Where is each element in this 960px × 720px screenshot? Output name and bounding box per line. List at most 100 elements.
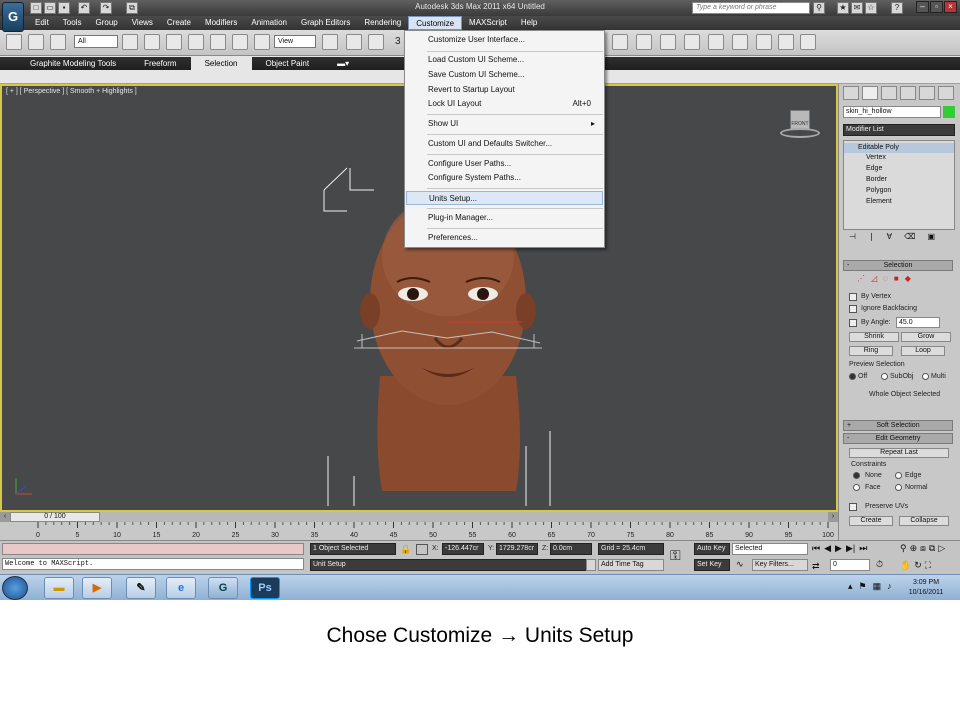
zoom-extents-all-icon[interactable]: ⧉ [929, 543, 935, 557]
volume-icon[interactable]: ♪ [887, 581, 892, 592]
constraint-none-radio[interactable] [853, 472, 860, 479]
rectangular-region-icon[interactable] [166, 34, 182, 50]
key-mode-icon[interactable]: ⇄ [812, 561, 820, 572]
remove-modifier-icon[interactable]: ⌫ [904, 232, 915, 244]
pivot-center-icon[interactable] [322, 34, 338, 50]
menu-graph-editors[interactable]: Graph Editors [294, 16, 357, 30]
preview-off-radio[interactable] [849, 373, 856, 380]
selection-rollout-header[interactable]: - Selection [843, 260, 953, 271]
play-icon[interactable]: ▶ [835, 543, 842, 555]
open-icon[interactable]: ▭ [44, 2, 56, 14]
stack-vertex[interactable]: Vertex [866, 154, 886, 161]
object-color-swatch[interactable] [943, 106, 955, 118]
scale-icon[interactable] [254, 34, 270, 50]
select-manipulate-icon[interactable] [346, 34, 362, 50]
motion-tab-icon[interactable] [900, 86, 916, 100]
menu-modifiers[interactable]: Modifiers [198, 16, 244, 30]
zoom-all-icon[interactable]: ⊕ [910, 543, 918, 557]
edit-geometry-rollout-header[interactable]: - Edit Geometry [843, 433, 953, 444]
menu-rendering[interactable]: Rendering [357, 16, 408, 30]
display-tab-icon[interactable] [919, 86, 935, 100]
menu-item-configure-system-paths[interactable]: Configure System Paths... [406, 171, 603, 185]
new-icon[interactable]: □ [30, 2, 42, 14]
zoom-icon[interactable]: ⚲ [900, 543, 907, 557]
menu-create[interactable]: Create [160, 16, 198, 30]
menu-animation[interactable]: Animation [244, 16, 294, 30]
communication-icon[interactable]: ✉ [851, 2, 863, 14]
lock-selection-icon[interactable]: 🔒 [400, 544, 411, 555]
menu-item-show-ui[interactable]: Show UI ▸ [406, 117, 603, 131]
time-slider[interactable]: ‹ 0 / 100 › [0, 512, 838, 522]
prev-frame-icon[interactable]: ◀ [824, 543, 831, 555]
reference-coordinate-dropdown[interactable]: View [274, 35, 316, 48]
ignore-backfacing-checkbox[interactable] [849, 305, 857, 313]
key-filters-button[interactable]: Key Filters... [752, 559, 808, 571]
track-bar[interactable]: 0 5 10 15 20 25 30 35 40 45 50 55 60 65 70 75 80 85 90 95 10… [0, 522, 838, 540]
rotate-icon[interactable] [232, 34, 248, 50]
media-player-icon[interactable]: ▶ [82, 577, 112, 599]
select-object-icon[interactable] [122, 34, 138, 50]
zoom-extents-icon[interactable]: ⧈ [920, 543, 926, 557]
tab-object-paint[interactable]: Object Paint [252, 57, 324, 70]
redo-icon[interactable]: ↷ [100, 2, 112, 14]
menu-item-units-setup[interactable]: Units Setup... [406, 191, 603, 205]
pin-stack-icon[interactable]: ⊣ [849, 232, 856, 244]
bind-space-warp-icon[interactable] [50, 34, 66, 50]
stack-border[interactable]: Border [866, 176, 887, 183]
menu-item-preferences[interactable]: Preferences... [406, 231, 603, 245]
subscription-icon[interactable]: ★ [837, 2, 849, 14]
start-button[interactable] [2, 576, 28, 600]
object-name-field[interactable]: skin_hi_hollow [843, 106, 941, 118]
rendered-frame-icon[interactable] [778, 34, 794, 50]
field-of-view-icon[interactable]: ▷ [938, 543, 945, 557]
menu-customize[interactable]: Customize [408, 16, 463, 30]
menu-item-configure-user-paths[interactable]: Configure User Paths... [406, 157, 603, 171]
tab-graphite-modeling-tools[interactable]: Graphite Modeling Tools [16, 57, 130, 70]
by-angle-checkbox[interactable] [849, 319, 857, 327]
material-editor-icon[interactable] [732, 34, 748, 50]
menu-maxscript[interactable]: MAXScript [462, 16, 514, 30]
3ds-max-taskbar-icon[interactable]: G [208, 577, 238, 599]
slider-next-icon[interactable]: › [828, 512, 838, 522]
current-frame-field[interactable]: 0 [830, 559, 870, 571]
schematic-view-icon[interactable] [708, 34, 724, 50]
prompt-scroll-icon[interactable] [586, 559, 596, 571]
keyboard-shortcut-override-icon[interactable] [368, 34, 384, 50]
angle-spinner[interactable]: 45.0 [896, 317, 940, 328]
collapse-button[interactable]: Collapse [899, 516, 949, 526]
maximize-viewport-icon[interactable]: ⛶ [925, 560, 931, 574]
hierarchy-tab-icon[interactable] [881, 86, 897, 100]
time-slider-thumb[interactable]: 0 / 100 [10, 512, 100, 522]
vertex-mode-icon[interactable]: ⋰ [857, 274, 865, 284]
maxscript-listener[interactable]: Welcome to MAXScript. [2, 558, 304, 570]
tab-freeform[interactable]: Freeform [130, 57, 190, 70]
x-coordinate[interactable]: -126.447cr [442, 543, 484, 555]
stack-element[interactable]: Element [866, 198, 892, 205]
y-coordinate[interactable]: 1729.278cr [496, 543, 538, 555]
ring-button[interactable]: Ring [849, 346, 893, 356]
minimize-icon[interactable]: – [916, 1, 929, 13]
ribbon-options-icon[interactable]: ▬▾ [323, 57, 363, 70]
menu-edit[interactable]: Edit [28, 16, 56, 30]
preview-multi-radio[interactable] [922, 373, 929, 380]
save-icon[interactable]: ▪ [58, 2, 70, 14]
window-crossing-icon[interactable] [188, 34, 204, 50]
polygon-mode-icon[interactable]: ■ [894, 274, 899, 284]
stack-edge[interactable]: Edge [866, 165, 882, 172]
menu-item-custom-ui-defaults-switcher[interactable]: Custom UI and Defaults Switcher... [406, 137, 603, 151]
taskbar-clock[interactable]: 3:09 PM 10/16/2011 [900, 578, 952, 598]
undo-icon[interactable]: ↶ [78, 2, 90, 14]
configure-modifier-sets-icon[interactable]: ▣ [927, 232, 935, 244]
edge-mode-icon[interactable]: ◿ [871, 274, 877, 284]
modify-tab-icon[interactable] [862, 86, 878, 100]
project-icon[interactable]: ⧉ [126, 2, 138, 14]
element-mode-icon[interactable]: ◆ [905, 274, 911, 284]
set-key-button[interactable]: Set Key [694, 559, 730, 571]
tab-selection[interactable]: Selection [190, 57, 252, 70]
slider-prev-icon[interactable]: ‹ [0, 512, 10, 522]
constraint-face-radio[interactable] [853, 484, 860, 491]
utilities-tab-icon[interactable] [938, 86, 954, 100]
soft-selection-rollout-header[interactable]: + Soft Selection [843, 420, 953, 431]
stack-polygon[interactable]: Polygon [866, 187, 891, 194]
menu-views[interactable]: Views [125, 16, 160, 30]
